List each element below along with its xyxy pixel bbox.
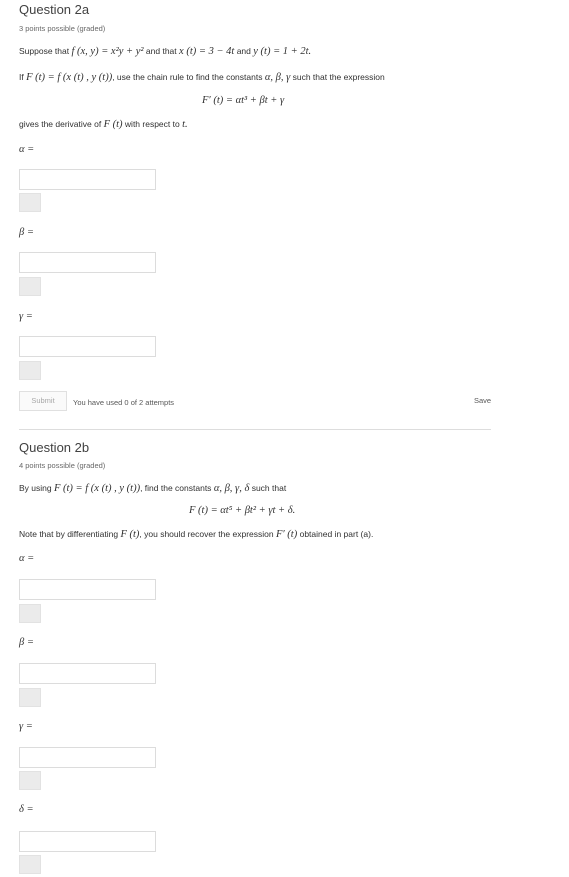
alpha-2b-label: α = (19, 553, 35, 564)
attempts-text: You have used 0 of 2 attempts (73, 398, 175, 407)
F-of-t: F (t) (103, 119, 123, 130)
alpha-status-indicator (19, 193, 41, 212)
text: such that (251, 483, 287, 493)
text: Note that by differentiating (19, 529, 119, 539)
text: with respect to (124, 119, 180, 129)
question-2a-points: 3 points possible (graded) (19, 24, 106, 33)
delta-2b-input[interactable] (19, 831, 156, 852)
text: , find the constants (140, 483, 212, 493)
question-2b-line2: Note that by differentiating F (t), you … (19, 529, 373, 540)
F-of-t: F (t) (120, 529, 140, 540)
gamma-2b-label: γ = (19, 721, 33, 732)
beta-input[interactable] (19, 252, 156, 273)
question-2b-line1: By using F (t) = f (x (t) , y (t)), find… (19, 483, 286, 494)
beta-status-indicator (19, 277, 41, 296)
question-2b-points: 4 points possible (graded) (19, 461, 106, 470)
beta-2b-status-indicator (19, 688, 41, 707)
delta-2b-status-indicator (19, 855, 41, 874)
y-definition: y (t) = 1 + 2t. (253, 46, 312, 57)
F-definition: F (t) = f (x (t) , y (t)) (53, 483, 141, 494)
gamma-status-indicator (19, 361, 41, 380)
question-2b-title: Question 2b (19, 440, 90, 455)
question-2a-line2: If F (t) = f (x (t) , y (t)), use the ch… (19, 72, 385, 83)
question-2a-title: Question 2a (19, 2, 90, 17)
text: , use the chain rule to find the constan… (112, 72, 263, 82)
alpha-input[interactable] (19, 169, 156, 190)
text: and that (145, 46, 177, 56)
beta-2b-input[interactable] (19, 663, 156, 684)
question-2b-display-equation: F (t) = αt⁵ + βt² + γt + δ. (189, 505, 296, 516)
constants: α, β, γ (264, 72, 291, 83)
submit-button[interactable]: Submit (19, 391, 67, 411)
alpha-2b-input[interactable] (19, 579, 156, 600)
question-2a-line1: Suppose that f (x, y) = x²y + y² and tha… (19, 46, 311, 57)
text: If (19, 72, 24, 82)
gamma-2b-status-indicator (19, 771, 41, 790)
F-prime-of-t: F′ (t) (275, 529, 298, 540)
text: such that the expression (292, 72, 385, 82)
F-definition: F (t) = f (x (t) , y (t)) (26, 72, 113, 83)
text: obtained in part (a). (299, 529, 374, 539)
text: Suppose that (19, 46, 70, 56)
alpha-2b-status-indicator (19, 604, 41, 623)
x-definition: x (t) = 3 − 4t (179, 46, 235, 57)
text: By using (19, 483, 52, 493)
constants: α, β, γ, δ (213, 483, 250, 494)
gamma-2b-input[interactable] (19, 747, 156, 768)
delta-2b-label: δ = (19, 804, 34, 815)
beta-label: β = (19, 227, 34, 238)
question-2a-line3: gives the derivative of F (t) with respe… (19, 119, 188, 130)
text: , you should recover the expression (139, 529, 274, 539)
t-variable: t. (182, 119, 188, 130)
question-2a-display-equation: F′ (t) = αt³ + βt + γ (202, 95, 285, 106)
f-definition: f (x, y) = x²y + y² (71, 46, 144, 57)
alpha-label: α = (19, 144, 35, 155)
gamma-label: γ = (19, 311, 33, 322)
section-divider (19, 429, 491, 430)
beta-2b-label: β = (19, 637, 34, 648)
text: gives the derivative of (19, 119, 102, 129)
save-button[interactable]: Save (474, 396, 491, 405)
gamma-input[interactable] (19, 336, 156, 357)
text: and (236, 46, 251, 56)
